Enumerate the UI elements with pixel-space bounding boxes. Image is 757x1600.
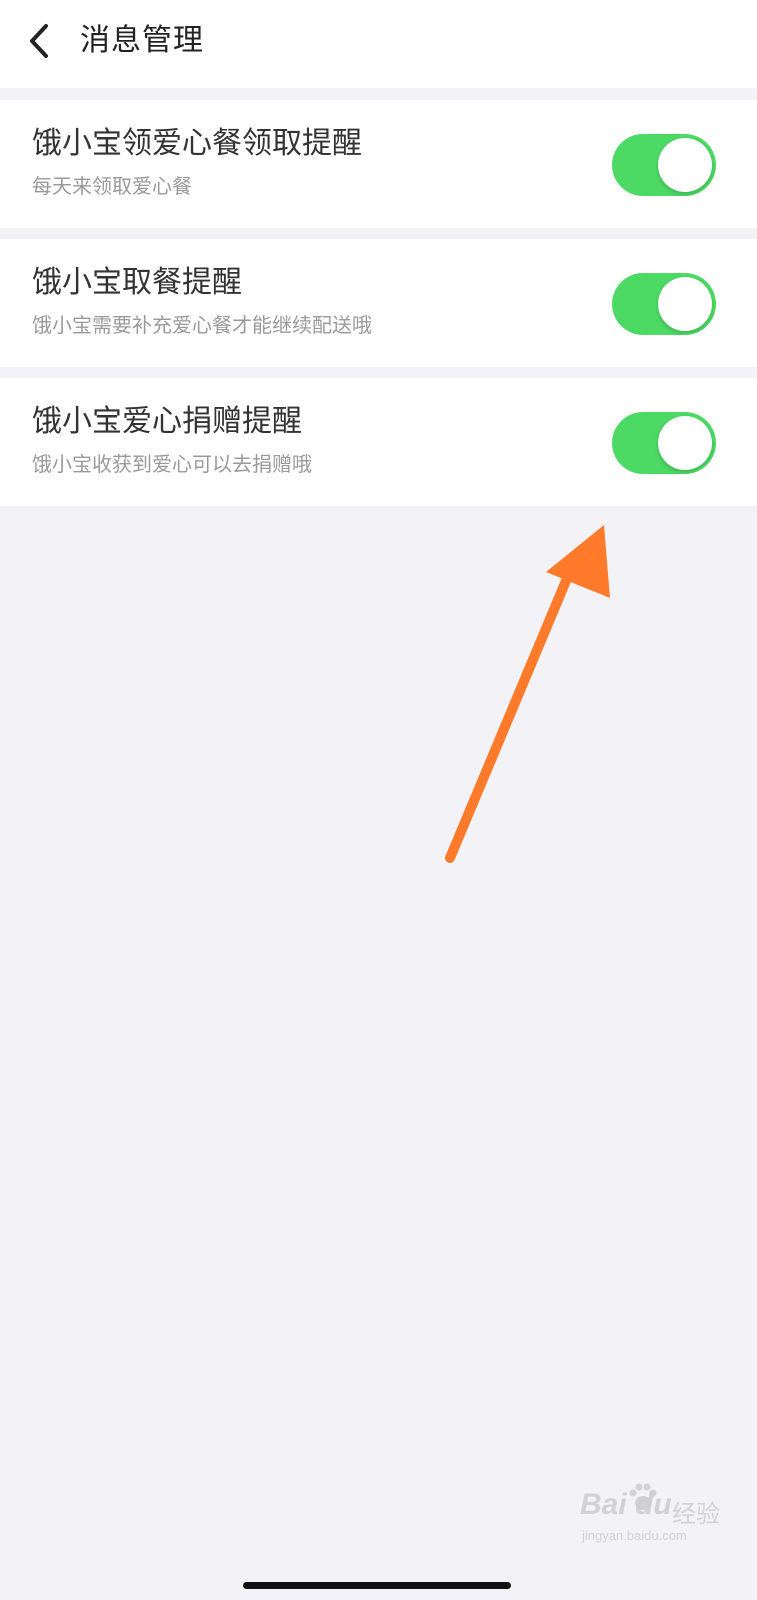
setting-title: 饿小宝爱心捐赠提醒 [32, 404, 302, 439]
toggle-knob [658, 416, 712, 470]
meal-claim-reminder-toggle[interactable] [612, 134, 716, 196]
setting-row-meal-claim-reminder: 饿小宝领爱心餐领取提醒 每天来领取爱心餐 [0, 100, 757, 228]
paw-icon [629, 1483, 657, 1510]
page-title: 消息管理 [80, 23, 204, 58]
donation-reminder-toggle[interactable] [612, 412, 716, 474]
meal-pickup-reminder-toggle[interactable] [612, 273, 716, 335]
chevron-left-icon [30, 24, 48, 58]
watermark-brand: Bai du [580, 1488, 672, 1521]
back-button[interactable] [22, 18, 62, 64]
home-indicator [243, 1582, 511, 1589]
setting-title: 饿小宝领爱心餐领取提醒 [32, 126, 362, 161]
watermark-cn: 经验 [672, 1500, 720, 1528]
navigation-bar: 消息管理 [0, 0, 757, 88]
setting-subtitle: 饿小宝需要补充爱心餐才能继续配送哦 [32, 313, 372, 337]
setting-subtitle: 饿小宝收获到爱心可以去捐赠哦 [32, 452, 312, 476]
toggle-knob [658, 138, 712, 192]
setting-row-meal-pickup-reminder: 饿小宝取餐提醒 饿小宝需要补充爱心餐才能继续配送哦 [0, 239, 757, 367]
watermark-url: jingyan.baidu.com [582, 1528, 687, 1543]
setting-title: 饿小宝取餐提醒 [32, 265, 242, 300]
setting-subtitle: 每天来领取爱心餐 [32, 174, 192, 198]
toggle-knob [658, 277, 712, 331]
setting-row-donation-reminder: 饿小宝爱心捐赠提醒 饿小宝收获到爱心可以去捐赠哦 [0, 378, 757, 506]
baidu-watermark: Bai du 经验 jingyan.baidu.com [580, 1480, 740, 1558]
